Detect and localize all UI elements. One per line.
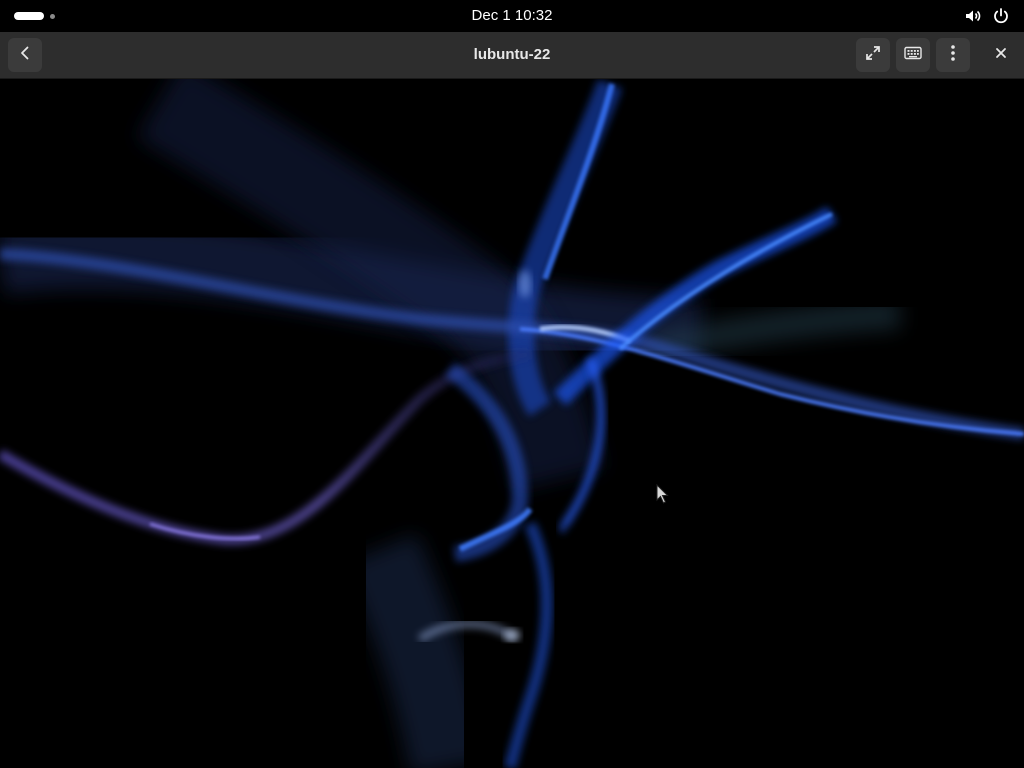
activities-indicator[interactable] [14,10,72,22]
power-icon [992,7,1010,25]
keyboard-button[interactable] [896,38,930,72]
close-icon [995,46,1007,64]
window-title: lubuntu-22 [473,46,551,63]
header-bar: lubuntu-22 [0,32,1024,79]
fullscreen-icon [864,44,882,67]
active-workspace-pill [14,12,44,20]
keyboard-icon [904,46,922,65]
top-bar: Dec 1 10:32 [0,0,1024,32]
back-button[interactable] [8,38,42,72]
mouse-pointer-icon [656,483,670,509]
menu-button[interactable] [936,38,970,72]
remote-display[interactable] [0,79,1024,768]
back-arrow-icon [17,45,33,66]
close-button[interactable] [984,38,1018,72]
kebab-menu-icon [950,44,956,67]
clock[interactable]: Dec 1 10:32 [472,7,553,24]
abstract-blue-swirl-wallpaper [0,79,1024,768]
fullscreen-button[interactable] [856,38,890,72]
workspace-dot [50,14,55,19]
volume-icon [964,7,982,25]
system-menu[interactable] [964,6,1010,26]
